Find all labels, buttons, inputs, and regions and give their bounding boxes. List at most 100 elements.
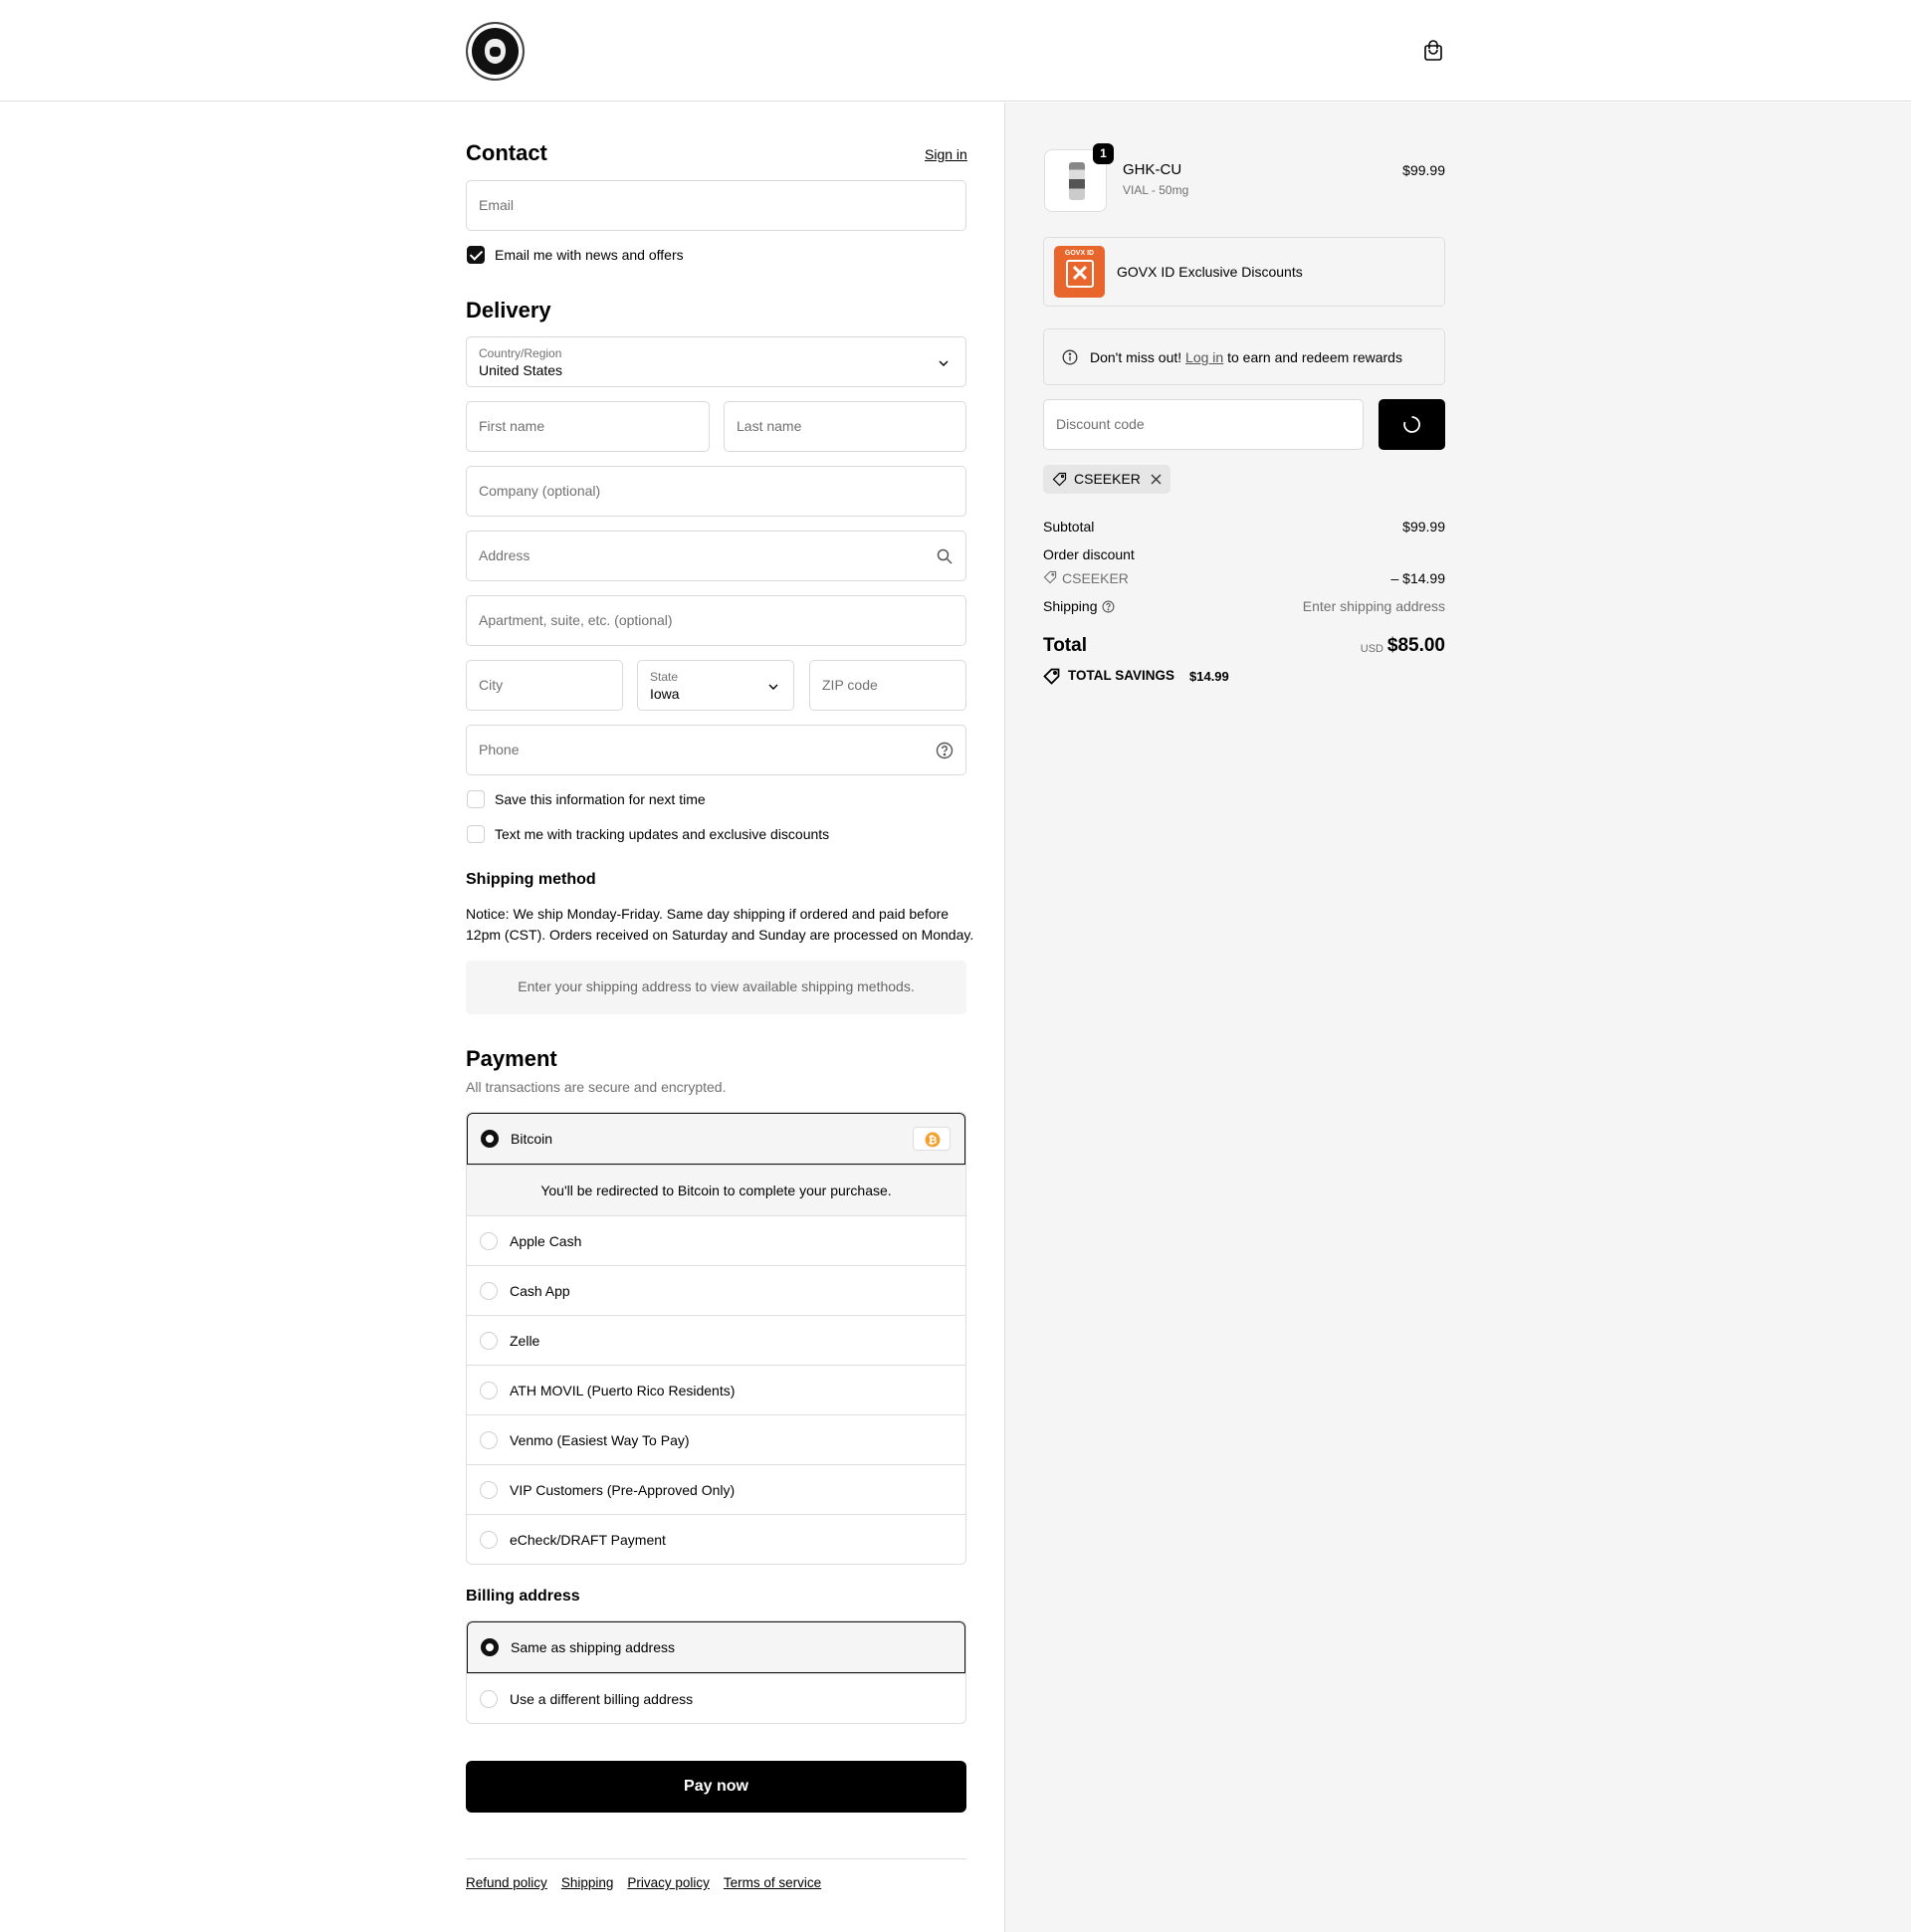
apartment-field[interactable]: Apartment, suite, etc. (optional) [466, 595, 966, 646]
chevron-down-icon [939, 360, 949, 366]
shopping-bag-icon[interactable] [1422, 40, 1444, 62]
bitcoin-redirect-info: You'll be redirected to Bitcoin to compl… [467, 1165, 965, 1215]
shipping-link[interactable]: Shipping [561, 1875, 614, 1890]
company-placeholder: Company (optional) [479, 483, 601, 499]
rewards-text: Don't miss out! Log in to earn and redee… [1090, 349, 1402, 365]
govx-x-mark: ✕ [1066, 260, 1094, 288]
radio[interactable] [480, 1282, 498, 1300]
logo-emblem [485, 39, 506, 64]
loading-spinner-icon [1403, 416, 1420, 433]
remove-code-icon[interactable] [1151, 474, 1162, 485]
total-savings-value: $14.99 [1189, 669, 1229, 684]
text-me-label: Text me with tracking updates and exclus… [495, 826, 830, 842]
first-name-placeholder: First name [479, 418, 545, 434]
apartment-placeholder: Apartment, suite, etc. (optional) [479, 612, 673, 628]
payment-title: Payment [466, 1046, 557, 1071]
last-name-field[interactable]: Last name [724, 401, 966, 452]
zip-field[interactable]: ZIP code [809, 660, 966, 711]
billing-same-option[interactable]: Same as shipping address [467, 1621, 965, 1673]
shipping-notice-line-1: Notice: We ship Monday-Friday. Same day … [466, 906, 950, 922]
shipping-empty-message: Enter your shipping address to view avai… [518, 978, 915, 994]
payment-option-bitcoin[interactable]: Bitcoin ₿ [467, 1113, 965, 1165]
govx-discount-banner[interactable]: GOVX ID ✕ GOVX ID Exclusive Discounts [1043, 237, 1445, 307]
text-me-checkbox[interactable] [467, 825, 485, 843]
address-field[interactable]: Address [466, 531, 966, 581]
discount-placeholder: Discount code [1056, 416, 1145, 432]
discount-code-input[interactable]: Discount code [1043, 399, 1364, 450]
radio-selected[interactable] [481, 1130, 499, 1148]
product-price: $99.99 [1402, 162, 1445, 178]
product-variant: VIAL - 50mg [1123, 183, 1189, 197]
help-circle-icon[interactable] [1102, 600, 1115, 613]
payment-option-echeck[interactable]: eCheck/DRAFT Payment [467, 1514, 965, 1564]
refund-policy-link[interactable]: Refund policy [466, 1875, 547, 1890]
brand-logo[interactable] [466, 22, 525, 81]
city-field[interactable]: City [466, 660, 623, 711]
subtotal-value: $99.99 [1402, 519, 1445, 535]
govx-logo: GOVX ID ✕ [1054, 246, 1105, 298]
apply-discount-button[interactable] [1379, 399, 1445, 450]
news-checkbox[interactable] [467, 246, 485, 264]
bitcoin-icon: ₿ [925, 1132, 941, 1148]
radio-selected[interactable] [481, 1638, 499, 1656]
rewards-login-link[interactable]: Log in [1185, 349, 1223, 365]
info-icon [1062, 349, 1078, 365]
total-value: $85.00 [1386, 635, 1445, 656]
product-name: GHK-CU [1123, 161, 1182, 178]
svg-text:₿: ₿ [929, 1134, 938, 1147]
payment-option-ath-movil[interactable]: ATH MOVIL (Puerto Rico Residents) [467, 1365, 965, 1414]
company-field[interactable]: Company (optional) [466, 466, 966, 517]
payment-option-zelle[interactable]: Zelle [467, 1315, 965, 1365]
save-info-checkbox[interactable] [467, 790, 485, 808]
radio[interactable] [480, 1690, 498, 1708]
payment-option-cash-app[interactable]: Cash App [467, 1265, 965, 1315]
billing-different-option[interactable]: Use a different billing address [467, 1673, 965, 1723]
total-label: Total [1043, 635, 1087, 656]
help-circle-icon[interactable] [936, 742, 954, 759]
radio[interactable] [480, 1332, 498, 1350]
vial-image [1069, 162, 1085, 200]
privacy-policy-link[interactable]: Privacy policy [627, 1875, 710, 1890]
billing-same-label: Same as shipping address [511, 1639, 675, 1655]
country-label: Country/Region [479, 346, 562, 360]
govx-label: GOVX ID Exclusive Discounts [1117, 264, 1303, 280]
shipping-value: Enter shipping address [1302, 598, 1445, 614]
country-select[interactable]: Country/Region United States [466, 336, 966, 387]
email-field[interactable]: Email [466, 180, 966, 231]
payment-label: Venmo (Easiest Way To Pay) [510, 1432, 690, 1448]
radio[interactable] [480, 1232, 498, 1250]
terms-link[interactable]: Terms of service [724, 1875, 821, 1890]
redirect-message: You'll be redirected to Bitcoin to compl… [540, 1182, 892, 1198]
shipping-methods-empty: Enter your shipping address to view avai… [466, 961, 966, 1014]
last-name-placeholder: Last name [737, 418, 802, 434]
zip-placeholder: ZIP code [822, 677, 878, 693]
sign-in-link[interactable]: Sign in [925, 146, 967, 162]
country-value: United States [479, 362, 563, 378]
radio[interactable] [480, 1531, 498, 1549]
shipping-notice-line-2: 12pm (CST). Orders received on Saturday … [466, 927, 974, 943]
footer-links: Refund policy Shipping Privacy policy Te… [466, 1875, 821, 1890]
rewards-pre: Don't miss out! [1090, 349, 1182, 365]
payment-option-venmo[interactable]: Venmo (Easiest Way To Pay) [467, 1414, 965, 1464]
govx-logo-text: GOVX ID [1064, 250, 1095, 257]
pay-now-button[interactable]: Pay now [466, 1761, 966, 1813]
rewards-banner: Don't miss out! Log in to earn and redee… [1043, 328, 1445, 385]
city-placeholder: City [479, 677, 504, 693]
first-name-field[interactable]: First name [466, 401, 710, 452]
phone-field[interactable]: Phone [466, 725, 966, 775]
radio[interactable] [480, 1431, 498, 1449]
shipping-label: Shipping [1043, 598, 1098, 614]
currency-label: USD [1360, 643, 1383, 655]
payment-option-vip[interactable]: VIP Customers (Pre-Approved Only) [467, 1464, 965, 1514]
quantity-badge: 1 [1093, 143, 1114, 164]
discount-value: – $14.99 [1390, 570, 1446, 586]
payment-subtitle: All transactions are secure and encrypte… [466, 1079, 727, 1095]
footer-divider [466, 1858, 966, 1859]
radio[interactable] [480, 1481, 498, 1499]
state-select[interactable]: State Iowa [637, 660, 794, 711]
delivery-title: Delivery [466, 298, 551, 322]
discount-code-line: CSEEKER [1062, 570, 1129, 586]
radio[interactable] [480, 1382, 498, 1399]
payment-option-apple-cash[interactable]: Apple Cash [467, 1215, 965, 1265]
state-label: State [650, 670, 679, 684]
